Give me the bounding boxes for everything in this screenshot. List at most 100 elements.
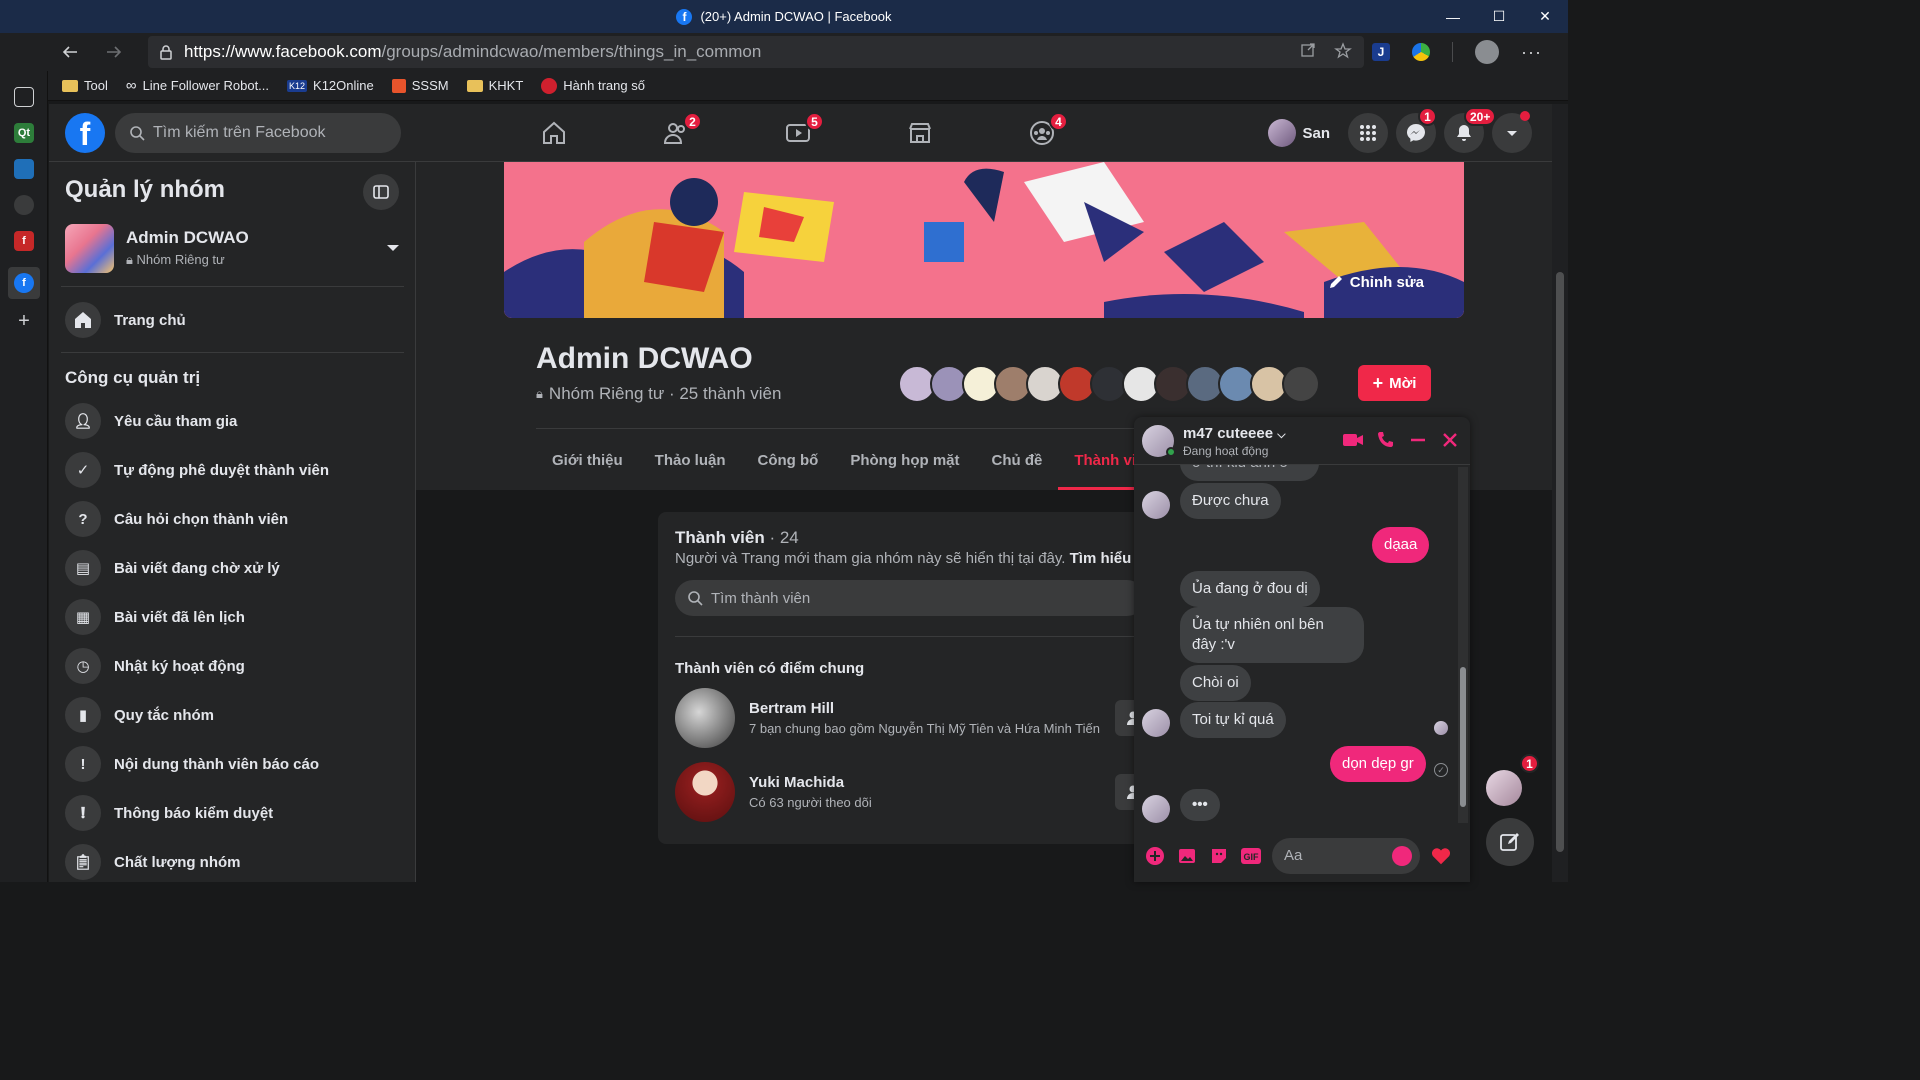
bookmark-k12online[interactable]: K12 K12Online — [287, 78, 374, 93]
tab-about[interactable]: Giới thiệu — [536, 430, 639, 490]
phone-call-icon[interactable] — [1376, 430, 1396, 450]
plus-icon: + — [1372, 372, 1384, 393]
menu-button[interactable] — [1348, 113, 1388, 153]
close-window-button[interactable]: ✕ — [1522, 0, 1568, 33]
profile-avatar-icon[interactable] — [1475, 40, 1499, 64]
tab-discussion[interactable]: Thảo luận — [639, 430, 742, 490]
message-in: Ủa đang ở đou dị — [1180, 571, 1320, 607]
list-item[interactable]: Bertram Hill 7 bạn chung bao gồm Nguyễn … — [675, 688, 1155, 748]
bookmark-line-follower[interactable]: ∞ Line Follower Robot... — [126, 77, 269, 94]
chat-head-avatar[interactable] — [1486, 770, 1522, 806]
video-call-icon[interactable] — [1342, 430, 1364, 450]
github-icon[interactable] — [14, 195, 34, 215]
facebook-search-input[interactable]: Tìm kiếm trên Facebook — [115, 113, 401, 153]
sidebar-item-group-quality[interactable]: 📋︎ Chất lượng nhóm — [65, 840, 400, 882]
group-switcher[interactable]: Admin DCWAO 🔒︎ Nhóm Riêng tư — [65, 222, 400, 274]
account-button[interactable] — [1492, 111, 1532, 153]
nav-friends[interactable]: 2 — [615, 104, 737, 162]
sidebar-item-scheduled-posts[interactable]: ▦ Bài viết đã lên lịch — [65, 595, 400, 639]
add-app-icon[interactable]: + — [14, 310, 34, 332]
sticker-icon[interactable] — [1208, 845, 1230, 867]
chat-header[interactable]: m47 cuteeee ⌵ Đang hoạt động — [1134, 417, 1470, 465]
sidebar-item-pending-posts[interactable]: ▤ Bài viết đang chờ xử lý — [65, 546, 400, 590]
tab-topics[interactable]: Chủ đề — [976, 430, 1059, 490]
person-question-icon: ? — [65, 501, 101, 537]
facebook-app-icon[interactable]: f — [8, 267, 40, 299]
sidebar-item-activity-log[interactable]: ◷ Nhật ký hoạt động — [65, 644, 400, 688]
notifications-button[interactable]: 20+ — [1444, 107, 1497, 153]
add-attachment-icon[interactable] — [1144, 845, 1166, 867]
emoji-icon[interactable] — [1392, 845, 1412, 866]
sidebar-item-reported-content[interactable]: ! Nội dung thành viên báo cáo — [65, 742, 400, 786]
minimize-chat-icon[interactable] — [1408, 430, 1428, 450]
group-name: Admin DCWAO — [126, 228, 249, 247]
chat-contact-name[interactable]: m47 cuteeee ⌵ — [1183, 425, 1286, 442]
chevron-down-icon — [1507, 131, 1517, 136]
app-blue-icon[interactable] — [14, 159, 34, 179]
bookmark-sssm[interactable]: SSSM — [391, 78, 449, 93]
edit-cover-button[interactable]: Chỉnh sửa — [1316, 264, 1436, 300]
nav-marketplace[interactable] — [859, 104, 981, 162]
member-subtext: Có 63 người theo dõi — [749, 795, 872, 810]
app-green-icon[interactable]: Qt — [14, 123, 34, 143]
collapse-sidebar-button[interactable] — [363, 174, 399, 210]
profile-chip[interactable]: San — [1264, 115, 1340, 151]
avatar[interactable] — [675, 762, 735, 822]
member-name[interactable]: Yuki Machida — [749, 774, 872, 791]
tab-rooms[interactable]: Phòng họp mặt — [834, 430, 975, 490]
person-check-icon: ✓ — [65, 452, 101, 488]
nav-home[interactable] — [493, 104, 615, 162]
pending-post-icon: ▤ — [65, 550, 101, 586]
bookmark-hanh-trang-so[interactable]: Hành trang số — [541, 77, 645, 94]
avatar[interactable] — [675, 688, 735, 748]
bookmark-tool[interactable]: Tool — [62, 78, 108, 93]
minimize-button[interactable]: — — [1430, 0, 1476, 33]
close-chat-icon[interactable] — [1440, 430, 1460, 450]
bookmarks-bar: Tool ∞ Line Follower Robot... K12 K12Onlin… — [0, 71, 1568, 101]
photo-icon[interactable] — [1176, 845, 1198, 867]
avatar — [1268, 119, 1297, 147]
gif-icon[interactable]: GIF — [1240, 845, 1262, 867]
sidebar-item-home[interactable]: Trang chủ — [65, 298, 400, 342]
chat-scrollbar[interactable] — [1458, 467, 1468, 823]
message-input[interactable]: Aa — [1272, 837, 1420, 874]
extension-globe-icon[interactable] — [1412, 43, 1430, 61]
sidebar-item-group-rules[interactable]: ▮ Quy tắc nhóm — [65, 693, 400, 737]
invite-button[interactable]: + Mời — [1358, 365, 1431, 401]
sidebar-item-member-questions[interactable]: ? Câu hỏi chọn thành viên — [65, 497, 400, 541]
browser-menu-icon[interactable]: ··· — [1521, 42, 1542, 63]
member-avatars[interactable] — [898, 365, 1320, 403]
collections-icon[interactable] — [14, 87, 34, 107]
heart-like-icon[interactable] — [1430, 845, 1452, 867]
divider — [61, 352, 404, 353]
tab-announcements[interactable]: Công bố — [742, 430, 835, 490]
member-search-input[interactable]: Tìm thành viên — [675, 580, 1145, 616]
folder-icon — [62, 79, 78, 92]
nav-groups[interactable]: 4 — [981, 104, 1103, 162]
chevron-down-icon: ⌵ — [1277, 429, 1286, 441]
favorite-star-icon[interactable] — [1334, 42, 1352, 60]
list-item[interactable]: Yuki Machida Có 63 người theo dõi — [675, 762, 1155, 822]
group-tabs: Giới thiệu Thảo luận Công bố Phòng họp m… — [536, 430, 1170, 490]
maximize-button[interactable]: ☐ — [1476, 0, 1522, 33]
pencil-icon — [1329, 276, 1342, 288]
facebook-logo-icon[interactable]: f — [65, 113, 105, 153]
friends-badge: 2 — [683, 112, 702, 131]
messenger-button[interactable]: 1 — [1396, 107, 1437, 153]
member-name[interactable]: Bertram Hill — [749, 700, 1100, 717]
address-bar[interactable]: https://www.facebook.com/groups/admindcw… — [148, 36, 1364, 68]
facebook-header: f Tìm kiếm trên Facebook 2 5 4 San 1 20+ — [49, 104, 1552, 162]
back-button[interactable] — [48, 33, 92, 71]
sidebar-item-moderation-alerts[interactable]: ❗︎ Thông báo kiểm duyệt — [65, 791, 400, 835]
sidebar-item-join-requests[interactable]: 👤︎ Yêu cầu tham gia — [65, 399, 400, 443]
open-in-app-icon[interactable] — [1300, 42, 1316, 58]
bookmark-khkt[interactable]: KHKT — [466, 78, 523, 93]
app-red-icon[interactable]: f — [14, 231, 34, 251]
page-scrollbar[interactable] — [1552, 104, 1568, 882]
nav-watch[interactable]: 5 — [737, 104, 859, 162]
chat-status: Đang hoạt động — [1183, 444, 1269, 458]
forward-button[interactable] — [92, 33, 136, 71]
sidebar-item-auto-approve[interactable]: ✓ Tự động phê duyệt thành viên — [65, 448, 400, 492]
extension-j-icon[interactable]: J — [1372, 43, 1390, 61]
new-message-button[interactable] — [1486, 818, 1534, 866]
